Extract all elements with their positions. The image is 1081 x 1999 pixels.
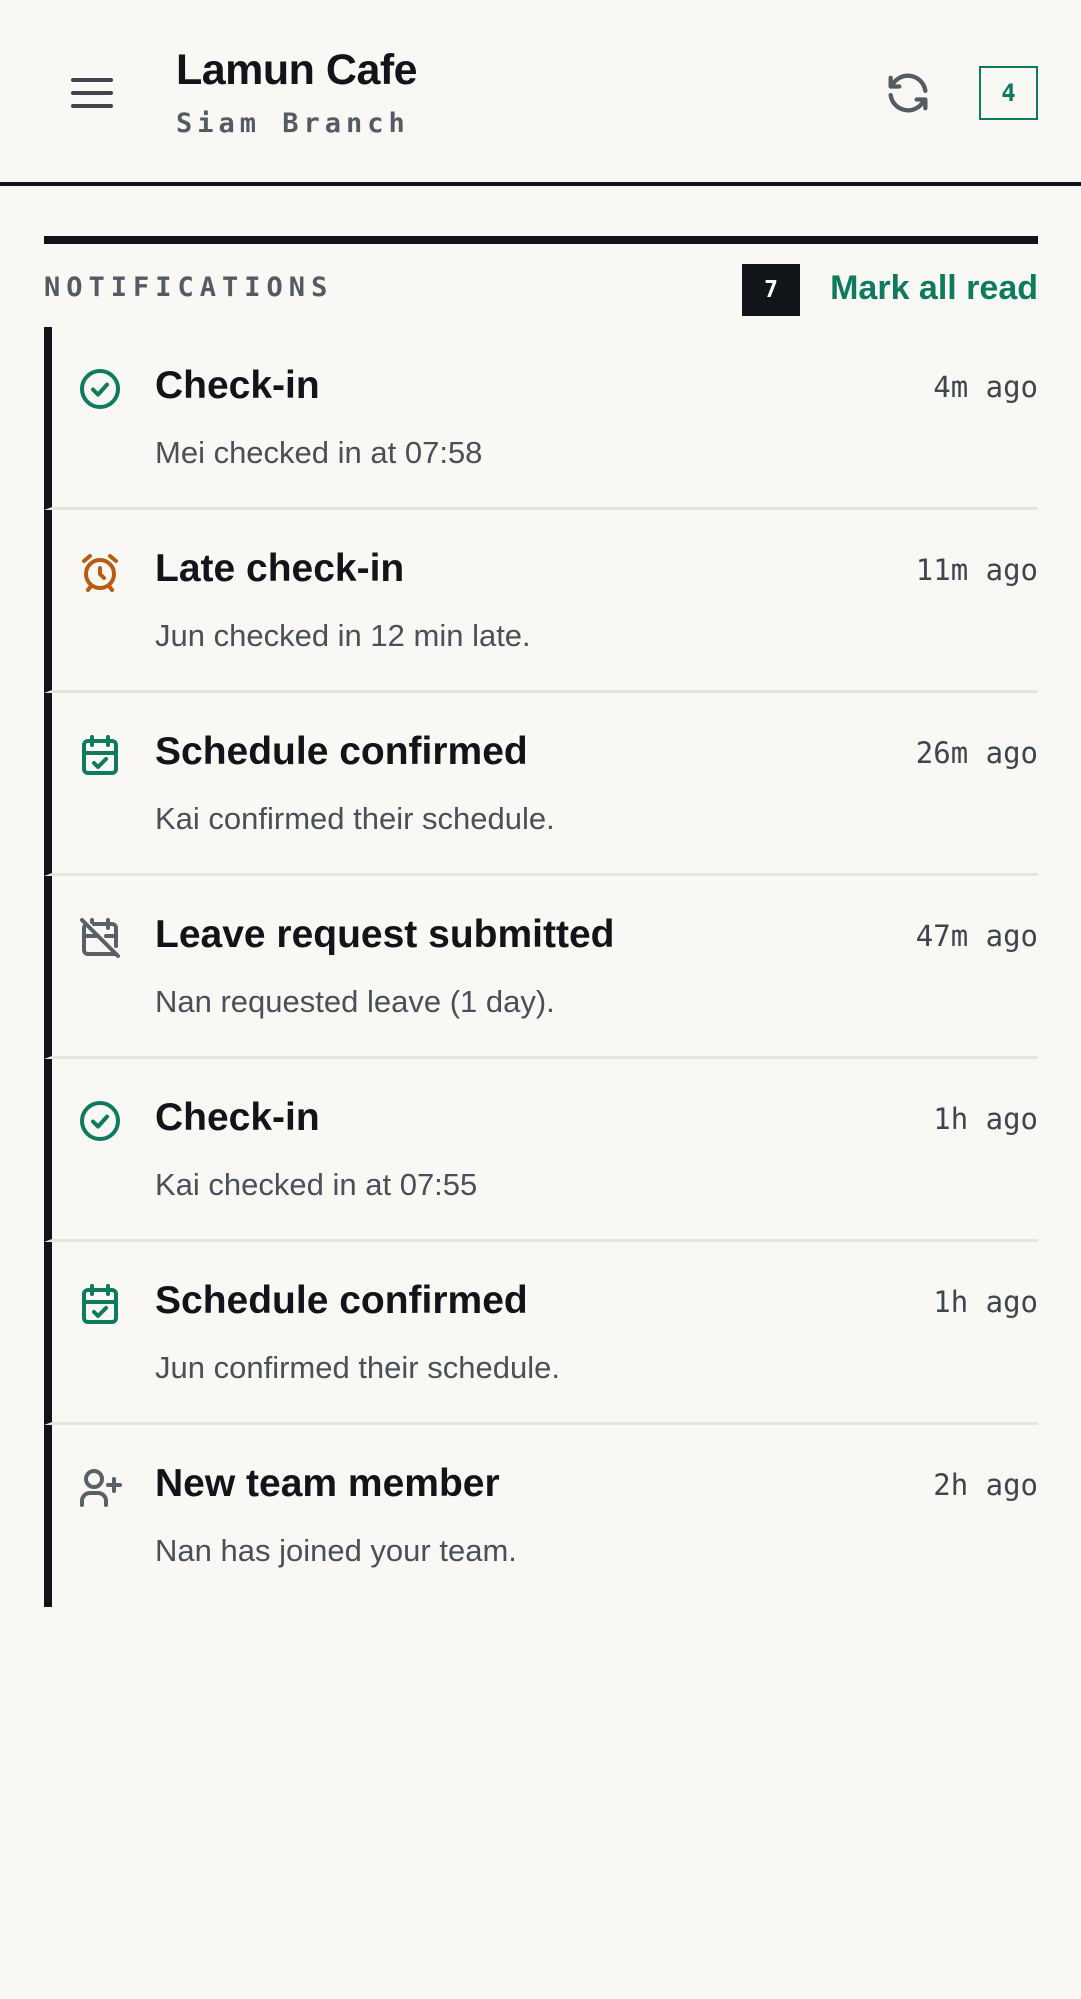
notification-title: Schedule confirmed <box>155 730 528 773</box>
notification-item[interactable]: Schedule confirmed 26m ago Kai confirmed… <box>44 693 1038 876</box>
app-root: Lamun Cafe Siam Branch 4 NOTIFICATIONS 7… <box>0 0 1081 1999</box>
notification-item[interactable]: Check-in 1h ago Kai checked in at 07:55 <box>44 1059 1038 1242</box>
notification-body: Mei checked in at 07:58 <box>155 435 483 470</box>
notification-title: New team member <box>155 1462 500 1505</box>
notification-title: Check-in <box>155 364 320 407</box>
notification-item[interactable]: New team member 2h ago Nan has joined yo… <box>44 1425 1038 1607</box>
header-count-badge[interactable]: 4 <box>979 66 1038 120</box>
notification-time: 11m ago <box>915 553 1038 587</box>
notification-time: 26m ago <box>915 736 1038 770</box>
mark-all-read-button[interactable]: Mark all read <box>830 269 1038 308</box>
notification-item[interactable]: Check-in 4m ago Mei checked in at 07:58 <box>44 327 1038 510</box>
notification-time: 1h ago <box>933 1102 1038 1136</box>
menu-icon <box>70 75 114 111</box>
notification-item[interactable]: Schedule confirmed 1h ago Jun confirmed … <box>44 1242 1038 1425</box>
calendar-off-icon <box>76 914 124 962</box>
unread-count-badge: 7 <box>742 264 800 316</box>
calendar-check-icon <box>76 1280 124 1328</box>
notification-body: Nan has joined your team. <box>155 1533 517 1568</box>
notification-title: Leave request submitted <box>155 913 615 956</box>
notification-time: 47m ago <box>915 919 1038 953</box>
notification-time: 1h ago <box>933 1285 1038 1319</box>
notification-item[interactable]: Late check-in 11m ago Jun checked in 12 … <box>44 510 1038 693</box>
notification-title: Check-in <box>155 1096 320 1139</box>
alarm-clock-icon <box>76 548 124 596</box>
notification-body: Jun confirmed their schedule. <box>155 1350 560 1385</box>
menu-button[interactable] <box>70 75 114 111</box>
calendar-check-icon <box>76 731 124 779</box>
check-circle-icon <box>76 1097 124 1145</box>
notification-title: Late check-in <box>155 547 405 590</box>
notification-time: 4m ago <box>933 370 1038 404</box>
refresh-icon <box>882 67 934 119</box>
app-title: Lamun Cafe <box>176 46 418 94</box>
refresh-button[interactable] <box>882 67 934 119</box>
notification-time: 2h ago <box>933 1468 1038 1502</box>
check-circle-icon <box>76 365 124 413</box>
notification-body: Kai checked in at 07:55 <box>155 1167 478 1202</box>
notification-body: Jun checked in 12 min late. <box>155 618 531 653</box>
app-header: Lamun Cafe Siam Branch 4 <box>0 0 1081 186</box>
notification-body: Kai confirmed their schedule. <box>155 801 555 836</box>
section-divider <box>44 236 1038 244</box>
user-plus-icon <box>76 1463 124 1511</box>
notification-body: Nan requested leave (1 day). <box>155 984 555 1019</box>
notification-title: Schedule confirmed <box>155 1279 528 1322</box>
section-label: NOTIFICATIONS <box>44 272 334 303</box>
notification-list: Check-in 4m ago Mei checked in at 07:58 … <box>44 327 1038 1607</box>
branch-name: Siam Branch <box>176 108 410 139</box>
notification-item[interactable]: Leave request submitted 47m ago Nan requ… <box>44 876 1038 1059</box>
